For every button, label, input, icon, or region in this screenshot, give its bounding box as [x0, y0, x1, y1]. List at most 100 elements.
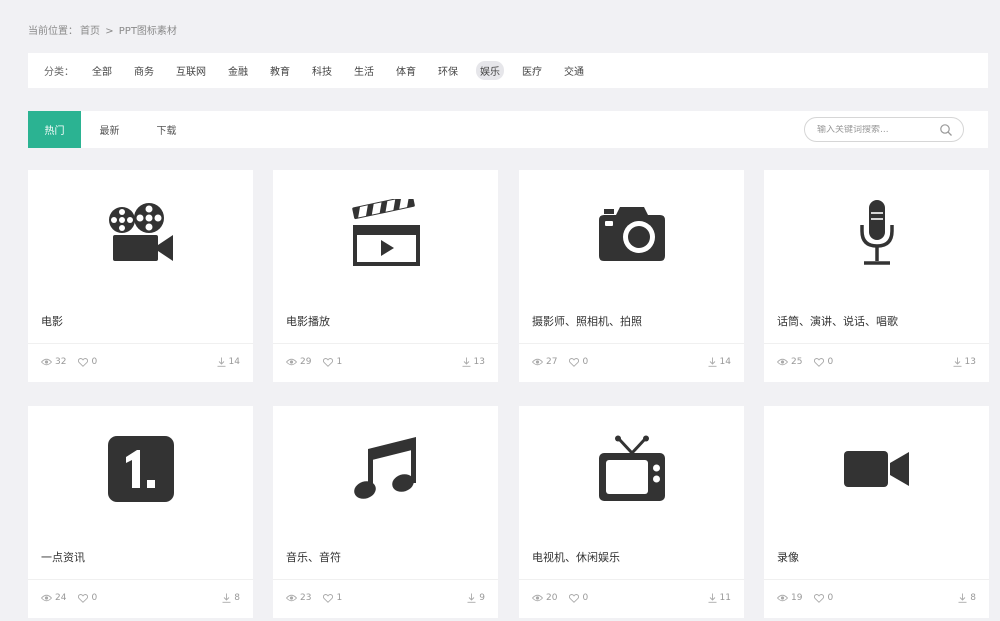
download-count-value: 9	[479, 593, 485, 603]
download-icon	[217, 357, 226, 367]
heart-icon	[569, 357, 580, 367]
card-image[interactable]	[28, 170, 253, 295]
card-divider	[28, 343, 253, 344]
card-stats: 25 0 13	[777, 357, 976, 367]
download-count[interactable]: 14	[708, 357, 731, 367]
filter-item-tech[interactable]: 科技	[308, 61, 336, 80]
view-count-value: 19	[791, 593, 803, 603]
eye-icon	[777, 594, 788, 602]
music-note-icon	[353, 436, 416, 499]
view-count-value: 23	[300, 593, 312, 603]
eye-icon	[41, 594, 52, 602]
like-count[interactable]: 1	[323, 593, 342, 603]
heart-icon	[78, 357, 89, 367]
icon-card[interactable]: 电视机、休闲娱乐 20 0 11	[519, 406, 744, 618]
card-image[interactable]	[764, 406, 989, 531]
download-icon	[953, 357, 962, 367]
card-divider	[273, 343, 498, 344]
icon-card[interactable]: 话筒、演讲、说话、唱歌 25 0 13	[764, 170, 989, 382]
download-count[interactable]: 8	[222, 593, 240, 603]
view-count: 20	[532, 593, 557, 603]
card-title[interactable]: 话筒、演讲、说话、唱歌	[777, 313, 898, 329]
eye-icon	[286, 594, 297, 602]
card-stats: 24 0 8	[41, 593, 240, 603]
card-divider	[519, 579, 744, 580]
filter-item-finance[interactable]: 金融	[224, 61, 252, 80]
like-count-value: 1	[336, 593, 343, 603]
like-count-value: 0	[827, 357, 834, 367]
filter-item-sports[interactable]: 体育	[392, 61, 420, 80]
heart-icon	[78, 593, 89, 603]
filter-item-entertainment[interactable]: 娱乐	[476, 61, 504, 80]
like-count[interactable]: 1	[323, 357, 342, 367]
download-count[interactable]: 14	[217, 357, 240, 367]
icon-card[interactable]: 电影播放 29 1 13	[273, 170, 498, 382]
card-image[interactable]	[764, 170, 989, 295]
card-image[interactable]	[519, 406, 744, 531]
icon-card[interactable]: 电影 32 0 14	[28, 170, 253, 382]
download-count-value: 11	[719, 593, 731, 603]
like-count-value: 0	[582, 357, 589, 367]
search-input[interactable]	[817, 124, 937, 135]
download-icon	[708, 593, 717, 603]
card-title[interactable]: 一点资讯	[41, 549, 85, 565]
like-count[interactable]: 0	[569, 357, 588, 367]
filter-item-all[interactable]: 全部	[88, 61, 116, 80]
card-divider	[28, 579, 253, 580]
filter-item-transport[interactable]: 交通	[560, 61, 588, 80]
tab-latest[interactable]: 最新	[81, 111, 138, 148]
icon-card[interactable]: 录像 19 0 8	[764, 406, 989, 618]
filter-item-life[interactable]: 生活	[350, 61, 378, 80]
clapperboard-icon	[351, 198, 420, 266]
card-title[interactable]: 摄影师、照相机、拍照	[532, 313, 642, 329]
search-icon[interactable]	[939, 123, 953, 137]
tab-downloads[interactable]: 下载	[138, 111, 195, 148]
like-count[interactable]: 0	[78, 357, 97, 367]
icon-card[interactable]: 摄影师、照相机、拍照 27 0 14	[519, 170, 744, 382]
download-count[interactable]: 13	[462, 357, 485, 367]
download-count[interactable]: 8	[958, 593, 976, 603]
video-camera-icon	[843, 450, 909, 487]
card-title[interactable]: 录像	[777, 549, 799, 565]
download-count[interactable]: 9	[467, 593, 485, 603]
heart-icon	[814, 357, 825, 367]
download-icon	[708, 357, 717, 367]
card-title[interactable]: 电影播放	[286, 313, 330, 329]
download-icon	[958, 593, 967, 603]
filter-item-education[interactable]: 教育	[266, 61, 294, 80]
breadcrumb-home-link[interactable]: 首页	[80, 26, 100, 37]
filter-item-internet[interactable]: 互联网	[172, 61, 210, 80]
heart-icon	[814, 593, 825, 603]
icon-card[interactable]: 一点资讯 24 0 8	[28, 406, 253, 618]
like-count[interactable]: 0	[814, 593, 833, 603]
download-icon	[467, 593, 476, 603]
card-image[interactable]	[28, 406, 253, 531]
download-count[interactable]: 13	[953, 357, 976, 367]
card-title[interactable]: 电视机、休闲娱乐	[532, 549, 620, 565]
card-image[interactable]	[273, 170, 498, 295]
view-count-value: 25	[791, 357, 803, 367]
download-count[interactable]: 11	[708, 593, 731, 603]
tab-hot[interactable]: 热门	[28, 111, 81, 148]
card-image[interactable]	[273, 406, 498, 531]
icon-card[interactable]: 音乐、音符 23 1 9	[273, 406, 498, 618]
filter-item-medical[interactable]: 医疗	[518, 61, 546, 80]
view-count-value: 27	[546, 357, 558, 367]
download-icon	[222, 593, 231, 603]
like-count[interactable]: 0	[569, 593, 588, 603]
like-count[interactable]: 0	[78, 593, 97, 603]
eye-icon	[41, 358, 52, 366]
like-count[interactable]: 0	[814, 357, 833, 367]
view-count-value: 29	[300, 357, 312, 367]
card-image[interactable]	[519, 170, 744, 295]
like-count-value: 0	[827, 593, 834, 603]
view-count-value: 20	[546, 593, 558, 603]
card-title[interactable]: 音乐、音符	[286, 549, 341, 565]
filter-item-environment[interactable]: 环保	[434, 61, 462, 80]
filter-item-business[interactable]: 商务	[130, 61, 158, 80]
view-count: 19	[777, 593, 802, 603]
card-divider	[519, 343, 744, 344]
breadcrumb: 当前位置： 首页 > PPT图标素材	[28, 22, 179, 37]
card-title[interactable]: 电影	[41, 313, 63, 329]
breadcrumb-current: PPT图标素材	[118, 26, 177, 37]
